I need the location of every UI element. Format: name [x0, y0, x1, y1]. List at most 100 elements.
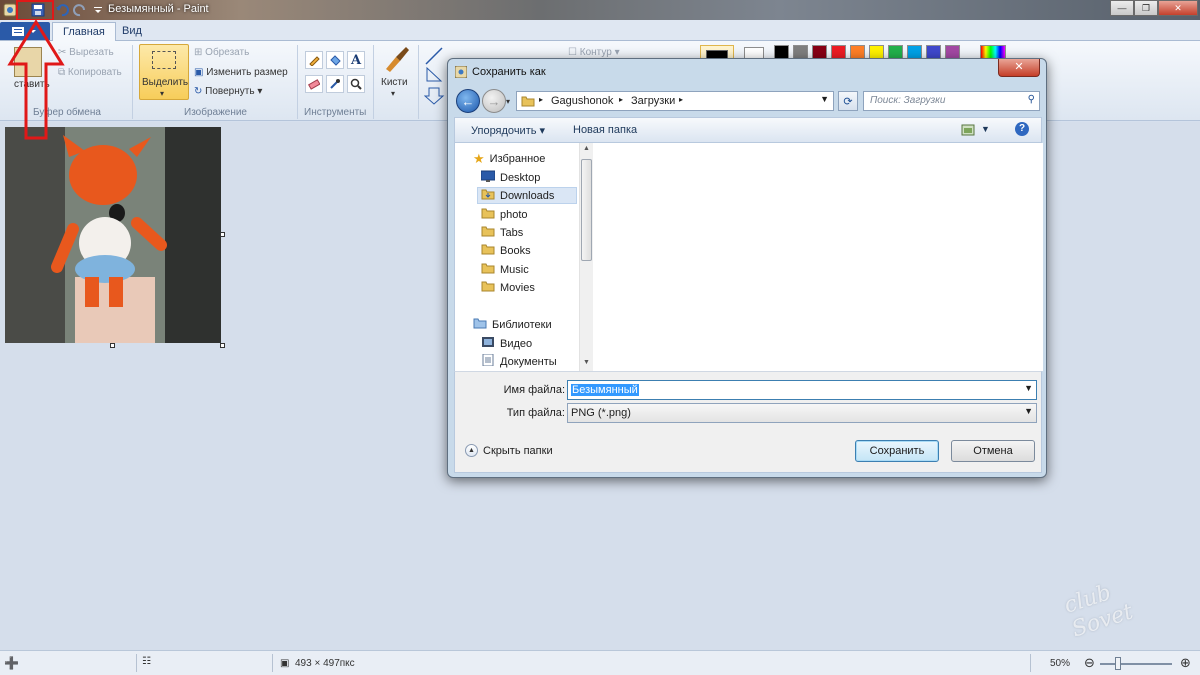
paint-app-icon: [454, 65, 468, 79]
address-dropdown-icon[interactable]: ▼: [820, 94, 829, 104]
status-divider: [136, 654, 137, 672]
nav-item-label: photo: [500, 208, 528, 221]
copy-button[interactable]: ⧉ Копировать: [58, 67, 122, 78]
nav-item-books[interactable]: Books: [481, 242, 531, 259]
select-button[interactable]: Выделить ▾: [139, 44, 189, 100]
documents-library-icon: [481, 353, 495, 369]
zoom-out-button[interactable]: ⊖: [1084, 655, 1095, 671]
maximize-button[interactable]: ❐: [1134, 0, 1158, 16]
dialog-toolbar: Упорядочить ▾ Новая папка ▼ ?: [454, 117, 1042, 143]
brushes-label[interactable]: Кисти: [381, 77, 408, 88]
breadcrumb-item[interactable]: Загрузки: [631, 95, 675, 107]
folder-icon: [521, 95, 535, 110]
chevron-down-icon: ▾: [160, 89, 165, 98]
nav-scrollbar[interactable]: ▲ ▼: [579, 143, 593, 371]
redo-icon[interactable]: [72, 2, 88, 18]
organize-button[interactable]: Упорядочить ▾: [471, 124, 545, 137]
tab-view[interactable]: Вид: [112, 22, 152, 41]
pencil-icon[interactable]: [305, 51, 323, 69]
nav-item-label: Music: [500, 263, 529, 276]
nav-item-video[interactable]: Видео: [481, 335, 532, 352]
scrollbar-thumb[interactable]: [581, 159, 592, 261]
filename-value: Безымянный: [571, 384, 639, 396]
view-chevron-down-icon[interactable]: ▼: [981, 124, 990, 134]
outline-button[interactable]: ☐ Контур ▾: [568, 47, 620, 58]
rotate-label: Повернуть: [205, 86, 255, 97]
filename-dropdown-icon[interactable]: ▼: [1024, 383, 1033, 393]
nav-favorites-label: Избранное: [489, 152, 546, 165]
scroll-up-icon[interactable]: ▲: [583, 145, 590, 152]
nav-item-label: Downloads: [500, 189, 555, 202]
nav-libraries[interactable]: Библиотеки: [473, 316, 552, 333]
rotate-button[interactable]: ↻ Повернуть ▾: [194, 86, 262, 97]
select-label: Выделить: [142, 77, 189, 88]
search-input[interactable]: Поиск: Загрузки ⚲: [863, 91, 1040, 111]
breadcrumb-separator: ▸: [539, 95, 544, 104]
zoom-slider[interactable]: [1100, 663, 1172, 665]
save-button[interactable]: Сохранить: [855, 440, 939, 462]
brush-icon[interactable]: [382, 45, 410, 73]
tools-group-label: Инструменты: [304, 107, 367, 118]
fill-bucket-icon[interactable]: [326, 51, 344, 69]
file-list-pane[interactable]: [595, 143, 1043, 371]
resize-button[interactable]: ▣ Изменить размер: [194, 67, 288, 78]
resize-handle[interactable]: [220, 343, 225, 348]
nav-item-label: Movies: [500, 281, 535, 294]
nav-item-photo[interactable]: photo: [481, 206, 528, 223]
ribbon-separator: [373, 45, 374, 119]
resize-handle[interactable]: [110, 343, 115, 348]
eraser-icon[interactable]: [305, 75, 323, 93]
magnifier-icon[interactable]: [347, 75, 365, 93]
filename-input[interactable]: Безымянный ▼: [567, 380, 1037, 400]
star-icon: ★: [473, 150, 485, 166]
zoom-slider-thumb[interactable]: [1115, 657, 1121, 670]
nav-item-desktop[interactable]: Desktop: [480, 169, 540, 186]
address-bar[interactable]: ▸ Gagushonok ▸ Загрузки ▸ ▼: [516, 91, 834, 111]
breadcrumb-item[interactable]: Gagushonok: [551, 95, 613, 107]
close-button[interactable]: ✕: [1158, 0, 1198, 16]
title-bar: Безымянный - Paint — ❐ ✕: [0, 0, 1200, 20]
breadcrumb-separator: ▸: [679, 95, 684, 104]
text-icon[interactable]: A: [347, 51, 365, 69]
nav-item-label: Документы: [500, 355, 557, 368]
filetype-select[interactable]: PNG (*.png) ▼: [567, 403, 1037, 423]
chevron-up-icon: ▲: [465, 444, 478, 457]
recent-pages-chevron-icon[interactable]: ▾: [506, 97, 510, 106]
zoom-in-button[interactable]: ⊕: [1180, 655, 1191, 671]
forward-button[interactable]: →: [482, 89, 506, 113]
cancel-button[interactable]: Отмена: [951, 440, 1035, 462]
resize-label: Изменить размер: [206, 67, 288, 78]
desktop-icon: [480, 170, 496, 185]
filetype-dropdown-icon[interactable]: ▼: [1024, 406, 1033, 416]
resize-handle[interactable]: [220, 232, 225, 237]
nav-item-documents[interactable]: Документы: [481, 353, 557, 370]
canvas-image-fox-toy[interactable]: [5, 127, 221, 343]
customize-qat-icon[interactable]: [90, 2, 106, 18]
nav-item-downloads[interactable]: Downloads: [477, 187, 577, 204]
nav-item-music[interactable]: Music: [481, 261, 529, 278]
video-library-icon: [481, 336, 495, 351]
scroll-down-icon[interactable]: ▼: [583, 359, 590, 366]
help-icon[interactable]: ?: [1015, 122, 1029, 136]
color-picker-icon[interactable]: [326, 75, 344, 93]
status-divider: [272, 654, 273, 672]
minimize-button[interactable]: —: [1110, 0, 1134, 16]
cut-button[interactable]: ✂ Вырезать: [58, 47, 114, 58]
save-as-dialog: Сохранить как ✕ ← → ▾ ▸ Gagushonok ▸ Заг…: [447, 58, 1047, 478]
nav-libraries-label: Библиотеки: [492, 318, 552, 331]
navigation-pane: ★ Избранное Desktop Downloads photo Tabs: [455, 143, 593, 371]
view-options-button[interactable]: [961, 124, 975, 139]
dialog-close-button[interactable]: ✕: [998, 59, 1040, 77]
window-controls: — ❐ ✕: [1110, 0, 1198, 16]
shapes-gallery[interactable]: [423, 46, 446, 106]
new-folder-button[interactable]: Новая папка: [573, 124, 637, 136]
select-icon: [152, 51, 176, 69]
nav-favorites[interactable]: ★ Избранное: [473, 150, 545, 167]
crop-button[interactable]: ⊞ Обрезать: [194, 47, 249, 58]
hide-folders-button[interactable]: ▲ Скрыть папки: [465, 444, 553, 457]
nav-item-movies[interactable]: Movies: [481, 279, 535, 296]
undo-icon[interactable]: [54, 2, 70, 18]
back-button[interactable]: ←: [456, 89, 480, 113]
refresh-button[interactable]: ⟳: [838, 91, 858, 111]
nav-item-tabs[interactable]: Tabs: [481, 224, 523, 241]
